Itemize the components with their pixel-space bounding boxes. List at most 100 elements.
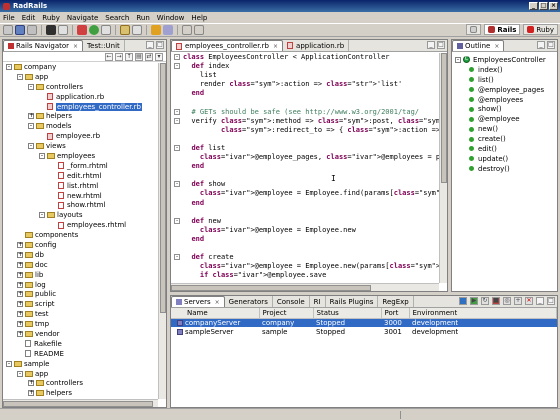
code-line[interactable]: list [183, 71, 447, 80]
expand-icon[interactable]: + [17, 261, 23, 268]
menu-window[interactable]: Window [157, 14, 185, 22]
browser-icon[interactable]: ◎ [503, 297, 511, 305]
stop-server-icon[interactable]: ■ [492, 297, 500, 305]
outline-item[interactable]: list() [469, 75, 557, 85]
collapse-icon[interactable]: - [39, 212, 45, 219]
tab-generators[interactable]: Generators [225, 296, 273, 307]
minimize-button[interactable]: _ [529, 2, 538, 10]
menu-file[interactable]: File [3, 14, 15, 22]
tree-item[interactable]: _form.rhtml [3, 161, 166, 171]
debug-server-icon[interactable] [459, 297, 467, 305]
code-line[interactable]: class="sym">:redirect_to => { class="sym… [183, 126, 447, 135]
column-header-environment[interactable]: Environment [409, 308, 557, 319]
expand-icon[interactable]: + [17, 281, 23, 288]
console-icon[interactable] [46, 25, 56, 35]
save-icon[interactable] [15, 25, 25, 35]
tree-item[interactable]: list.rhtml [3, 181, 166, 191]
close-icon[interactable]: × [73, 43, 78, 50]
tree-item[interactable]: + config [3, 240, 166, 250]
code-line[interactable]: class="ivar">@employee = Employee.new [183, 226, 447, 235]
fold-marker-icon[interactable]: - [174, 63, 180, 70]
navigator-horizontal-scrollbar[interactable] [3, 399, 158, 407]
close-icon[interactable]: × [494, 43, 499, 50]
expand-icon[interactable]: + [17, 241, 23, 248]
outline-item[interactable]: new() [469, 124, 557, 134]
expand-icon[interactable]: + [17, 291, 23, 298]
editor-vertical-scrollbar[interactable] [439, 53, 447, 283]
code-line[interactable]: end [183, 162, 447, 171]
code-line[interactable]: class EmployeesController < ApplicationC… [174, 53, 447, 62]
code-line[interactable] [183, 98, 447, 107]
open-type-icon[interactable] [120, 25, 130, 35]
editor-horizontal-scrollbar[interactable] [171, 283, 439, 291]
tab-rails-plugins[interactable]: Rails Plugins [326, 296, 379, 307]
tree-item[interactable]: - app [3, 369, 166, 379]
outline-item[interactable]: show() [469, 104, 557, 114]
tree-item[interactable]: - company [3, 62, 166, 72]
fold-marker-icon[interactable]: - [174, 117, 180, 124]
outline-item[interactable]: update() [469, 154, 557, 164]
run-icon[interactable] [89, 25, 99, 35]
tree-item[interactable]: + public [3, 289, 166, 299]
minimize-view-icon[interactable]: _ [146, 41, 154, 49]
tree-item[interactable]: show.rhtml [3, 200, 166, 210]
outline-item[interactable]: edit() [469, 144, 557, 154]
terminal-icon[interactable] [58, 25, 68, 35]
close-icon[interactable]: × [215, 299, 220, 306]
code-line[interactable]: # GETs should be safe (see http://www.w3… [174, 108, 447, 117]
expand-icon[interactable]: + [17, 321, 23, 328]
code-line[interactable]: end [183, 199, 447, 208]
tab-console[interactable]: Console [273, 296, 310, 307]
back-arrow-icon[interactable]: ← [105, 52, 113, 61]
collapse-icon[interactable]: - [17, 73, 23, 80]
code-line[interactable]: if class="ivar">@employee.save [183, 271, 447, 280]
tree-item[interactable]: + helpers [3, 111, 166, 121]
code-line[interactable] [183, 208, 447, 217]
tab-servers[interactable]: Servers × [171, 296, 225, 307]
outline-item[interactable]: index() [469, 65, 557, 75]
maximize-view-icon[interactable]: □ [547, 297, 555, 305]
code-line[interactable]: def index - [174, 62, 447, 71]
code-line[interactable]: end [183, 235, 447, 244]
fold-marker-icon[interactable]: - [174, 254, 180, 261]
tree-item[interactable]: components [3, 230, 166, 240]
outline-item[interactable]: @employees [469, 95, 557, 105]
outline-item[interactable]: destroy() [469, 164, 557, 174]
tree-item[interactable]: + tmp [3, 319, 166, 329]
code-line[interactable]: class="ivar">@employee = Employee.new(pa… [183, 262, 447, 271]
collapse-icon[interactable]: - [39, 152, 45, 159]
tree-item[interactable]: README [3, 349, 166, 359]
tree-item[interactable]: + script [3, 299, 166, 309]
menu-edit[interactable]: Edit [22, 14, 36, 22]
expand-icon[interactable]: + [17, 311, 23, 318]
collapse-icon[interactable]: - [455, 56, 461, 63]
collapse-icon[interactable]: - [28, 143, 34, 150]
close-icon[interactable]: × [273, 43, 278, 50]
minimize-view-icon[interactable]: _ [427, 41, 435, 49]
new-icon[interactable] [3, 25, 13, 35]
start-server-icon[interactable]: ▶ [470, 297, 478, 305]
expand-icon[interactable]: + [28, 113, 34, 120]
maximize-view-icon[interactable]: □ [156, 41, 164, 49]
maximize-view-icon[interactable]: □ [547, 41, 555, 49]
server-row[interactable]: sampleServer sample Stopped 3001 development [171, 327, 557, 336]
tab-employees-controller[interactable]: employees_controller.rb × [171, 40, 284, 51]
fold-marker-icon[interactable]: - [174, 108, 180, 115]
fold-marker-icon[interactable]: - [174, 217, 180, 224]
tree-item[interactable]: - controllers [3, 82, 166, 92]
open-perspective-button[interactable] [466, 24, 482, 35]
code-line[interactable]: verify class="sym">:method => class="sym… [174, 117, 447, 126]
perspective-rails[interactable]: Rails [484, 24, 521, 35]
code-line[interactable]: class="ivar">@employee = Employee.find(p… [183, 189, 447, 198]
scroll-thumb[interactable] [160, 63, 166, 313]
server-row[interactable]: companyServer company Stopped 3000 developme… [171, 318, 557, 327]
code-line[interactable]: def create - [174, 253, 447, 262]
code-line[interactable] [183, 171, 447, 180]
code-line[interactable]: class="ivar">@employee_pages, class="iva… [183, 153, 447, 162]
tree-item[interactable]: application.rb [3, 92, 166, 102]
column-header-port[interactable]: Port [381, 308, 410, 319]
restart-server-icon[interactable]: ↻ [481, 297, 489, 305]
code-line[interactable]: def new - [174, 217, 447, 226]
back-icon[interactable] [182, 25, 192, 35]
code-line[interactable]: def list - [174, 144, 447, 153]
